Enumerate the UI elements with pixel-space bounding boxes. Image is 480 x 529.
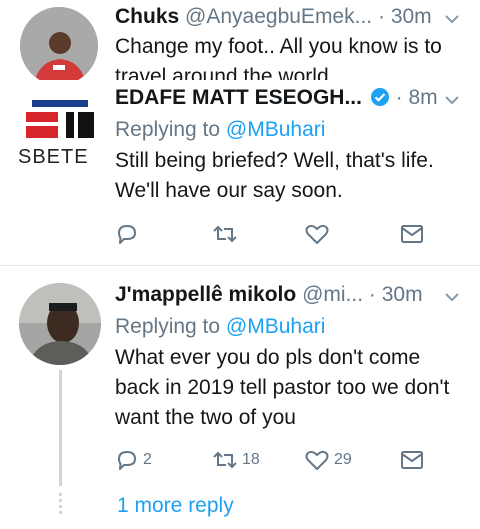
separator-dot: · xyxy=(395,86,403,109)
envelope-icon xyxy=(401,225,423,243)
heart-icon xyxy=(305,450,329,470)
replying-to: Replying to @MBuhari xyxy=(115,115,325,145)
tweet-jmappelle[interactable]: J'mappellê mikolo @mi... · 30m Replying … xyxy=(0,266,480,529)
reply-icon xyxy=(118,451,136,470)
replying-to-label: Replying to xyxy=(115,315,221,338)
heart-icon xyxy=(305,224,329,244)
thread-dots xyxy=(59,493,62,517)
message-button[interactable] xyxy=(400,445,424,475)
chevron-down-icon[interactable] xyxy=(444,13,460,25)
separator-dot: · xyxy=(377,5,385,28)
tweet-time[interactable]: 30m xyxy=(391,5,432,28)
tweet-time[interactable]: 30m xyxy=(382,283,423,306)
replying-to: Replying to @MBuhari xyxy=(115,312,325,342)
reply-button[interactable]: 2 xyxy=(115,445,152,475)
retweet-icon xyxy=(213,451,237,469)
reply-icon xyxy=(118,225,136,244)
reply-button[interactable] xyxy=(115,219,139,249)
retweet-count: 18 xyxy=(242,451,260,468)
retweet-icon xyxy=(213,225,237,243)
avatar-chuks[interactable] xyxy=(20,7,98,80)
tweet-actions xyxy=(115,219,440,249)
tweet-time[interactable]: 8m xyxy=(409,86,438,109)
tweet-text: Still being briefed? Well, that's life. … xyxy=(115,149,434,202)
verified-icon xyxy=(370,88,389,106)
retweet-button[interactable]: 18 xyxy=(212,445,260,475)
tweet-text: Change my foot.. All you know is to trav… xyxy=(115,35,442,80)
tweet-text: What ever you do pls don't come back in … xyxy=(115,346,450,429)
chevron-down-icon[interactable] xyxy=(444,291,460,303)
author-name[interactable]: J'mappellê mikolo xyxy=(115,283,296,306)
avatar-jmappelle[interactable] xyxy=(19,283,101,365)
tweet-chuks[interactable]: Chuks @AnyaegbuEmek... · 30m Change my f… xyxy=(0,0,480,80)
mention-link[interactable]: @MBuhari xyxy=(226,315,326,338)
author-handle[interactable]: @mi... xyxy=(302,283,363,306)
tweet-actions: 2 18 29 xyxy=(115,445,440,475)
author-handle[interactable]: @AnyaegbuEmek... xyxy=(185,5,372,28)
like-button[interactable]: 29 xyxy=(304,445,352,475)
mention-link[interactable]: @MBuhari xyxy=(226,118,326,141)
chevron-down-icon[interactable] xyxy=(444,94,460,106)
envelope-icon xyxy=(401,451,423,469)
reply-count: 2 xyxy=(143,451,152,468)
thread-line xyxy=(59,370,62,486)
replying-to-label: Replying to xyxy=(115,118,221,141)
separator-dot: · xyxy=(368,283,376,306)
author-name[interactable]: Chuks xyxy=(115,5,179,28)
retweet-button[interactable] xyxy=(212,219,238,249)
like-count: 29 xyxy=(334,451,352,468)
tweet-edafe[interactable]: SBETE EDAFE MATT ESEOGH... · 8m Replying… xyxy=(0,80,480,265)
more-replies-link[interactable]: 1 more reply xyxy=(117,491,234,521)
author-name[interactable]: EDAFE MATT ESEOGH... xyxy=(115,86,362,109)
avatar-edafe[interactable]: SBETE xyxy=(18,82,102,166)
avatar-logo-text: SBETE xyxy=(18,148,89,166)
message-button[interactable] xyxy=(400,219,424,249)
like-button[interactable] xyxy=(304,219,330,249)
